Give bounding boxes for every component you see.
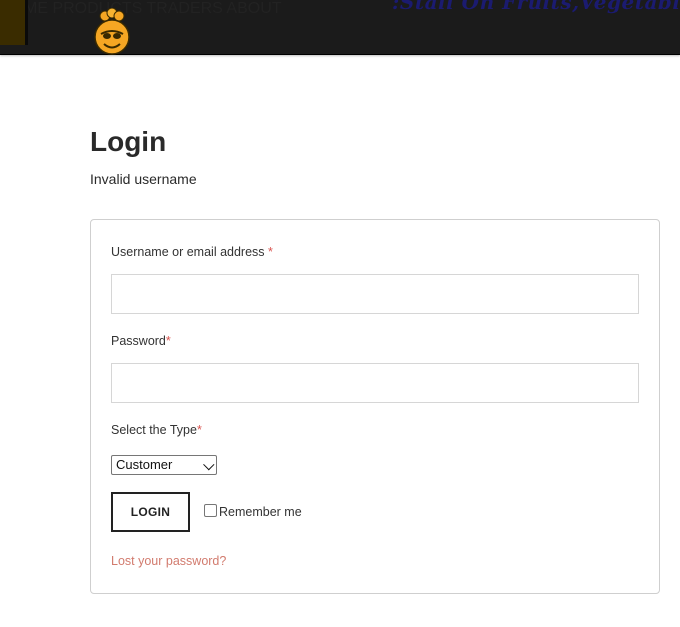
required-marker: * xyxy=(165,334,171,348)
password-label-text: Password xyxy=(111,334,166,348)
user-type-selected: Customer xyxy=(116,457,173,472)
remember-me-checkbox[interactable] xyxy=(204,504,217,517)
lost-password-link[interactable]: Lost your password? xyxy=(111,554,226,568)
banner-image-edge xyxy=(0,0,28,45)
login-button[interactable]: LOGIN xyxy=(111,492,190,532)
page-title: Login xyxy=(90,126,167,157)
login-form: Username or email address * Password* Se… xyxy=(90,219,660,594)
required-marker: * xyxy=(196,423,202,437)
chevron-down-icon xyxy=(203,459,215,471)
logo-icon[interactable] xyxy=(92,8,132,56)
header-bar: :Stall On Fruits,Vegetabl HOME PRODUCTS … xyxy=(0,0,680,55)
password-label: Password* xyxy=(111,334,171,348)
nav-traders[interactable]: TRADERS xyxy=(146,0,222,17)
type-label-text: Select the Type xyxy=(111,423,197,437)
user-type-select[interactable]: Customer xyxy=(111,455,217,475)
required-marker: * xyxy=(268,245,273,259)
remember-me-label[interactable]: Remember me xyxy=(219,505,302,519)
password-input[interactable] xyxy=(111,363,639,403)
type-label: Select the Type* xyxy=(111,423,202,437)
banner-text: :Stall On Fruits,Vegetabl xyxy=(392,0,680,14)
nav-about[interactable]: ABOUT xyxy=(226,0,281,17)
username-input[interactable] xyxy=(111,274,639,314)
username-label: Username or email address * xyxy=(111,245,273,259)
error-notice: Invalid username xyxy=(90,171,197,187)
username-label-text: Username or email address xyxy=(111,245,265,259)
